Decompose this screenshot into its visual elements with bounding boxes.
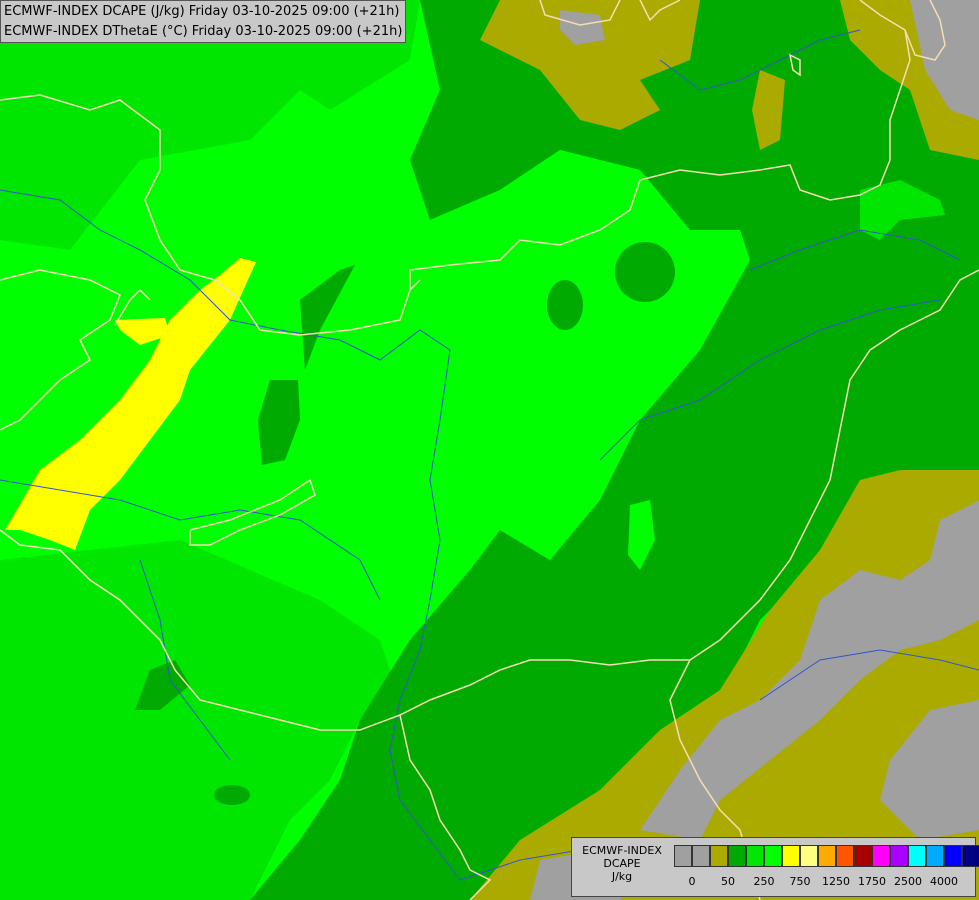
legend-tick-label: 750 — [789, 875, 811, 888]
legend-swatch — [746, 845, 764, 867]
map-canvas — [0, 0, 979, 900]
legend-tick-label: 1750 — [858, 875, 886, 888]
dark-green-patch-1 — [615, 242, 675, 302]
legend-swatch — [692, 845, 710, 867]
dark-green-patch-6 — [214, 785, 250, 805]
legend-tick-label: 50 — [721, 875, 735, 888]
title-line-2: ECMWF-INDEX DThetaE (°C) Friday 03-10-20… — [4, 24, 403, 39]
legend-swatch — [818, 845, 836, 867]
legend-swatch — [854, 845, 872, 867]
legend-swatch — [944, 845, 962, 867]
legend-tick-label: 2500 — [894, 875, 922, 888]
legend-tick-label: 250 — [753, 875, 775, 888]
title-box: ECMWF-INDEX DCAPE (J/kg) Friday 03-10-20… — [0, 0, 407, 43]
legend-swatch — [908, 845, 926, 867]
legend-swatch — [836, 845, 854, 867]
legend-tick-label: 1250 — [822, 875, 850, 888]
legend-swatch — [872, 845, 890, 867]
legend-line-3: J/kg — [611, 870, 633, 883]
legend-line-2: DCAPE — [603, 857, 641, 870]
legend-swatch — [674, 845, 692, 867]
legend: ECMWF-INDEX DCAPE J/kg 0 50 250 750 1250 1750… — [571, 837, 979, 897]
legend-line-1: ECMWF-INDEX — [582, 844, 662, 857]
legend-text: ECMWF-INDEX DCAPE J/kg — [576, 844, 668, 883]
title-line-1: ECMWF-INDEX DCAPE (J/kg) Friday 03-10-20… — [4, 4, 400, 19]
legend-swatch — [728, 845, 746, 867]
legend-tick-label: 4000 — [930, 875, 958, 888]
legend-swatch — [890, 845, 908, 867]
legend-swatch — [782, 845, 800, 867]
legend-swatch — [710, 845, 728, 867]
legend-swatch — [764, 845, 782, 867]
legend-swatch — [800, 845, 818, 867]
legend-swatch — [962, 845, 979, 867]
dark-green-patch-2 — [547, 280, 583, 330]
legend-swatch — [926, 845, 944, 867]
legend-tick-label: 0 — [688, 875, 696, 888]
